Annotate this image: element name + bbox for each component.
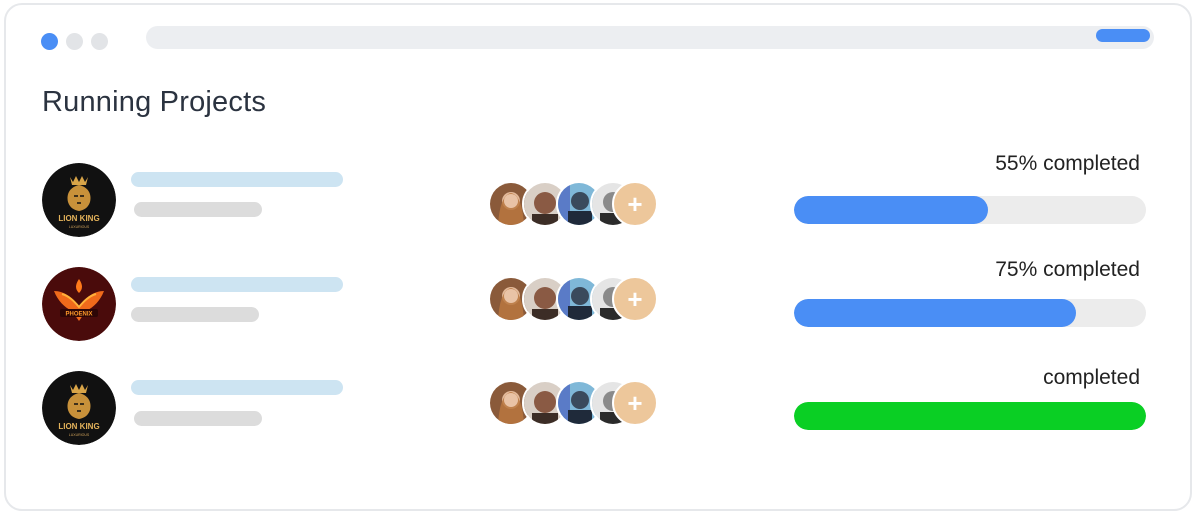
- team-avatars: +: [488, 380, 660, 426]
- window-minimize-dot[interactable]: [66, 33, 83, 50]
- add-member-button[interactable]: +: [612, 181, 658, 227]
- project-name-placeholder: [131, 172, 343, 187]
- svg-text:PHOENIX: PHOENIX: [65, 312, 92, 318]
- progress-fill: [794, 196, 988, 224]
- svg-text:LION KING: LION KING: [58, 214, 99, 223]
- progress-bar: [794, 196, 1146, 224]
- progress-status: completed: [1043, 366, 1140, 389]
- page-title: Running Projects: [42, 86, 267, 118]
- add-member-button[interactable]: +: [612, 276, 658, 322]
- project-meta-placeholder: [131, 307, 259, 322]
- project-row[interactable]: LION KING LUXURIOUS + 55% completed: [0, 152, 1200, 245]
- lion-king-logo: LION KING LUXURIOUS: [42, 371, 116, 445]
- project-row[interactable]: PHOENIX + 75% completed: [0, 258, 1200, 350]
- svg-text:LUXURIOUS: LUXURIOUS: [69, 225, 90, 229]
- progress-bar: [794, 299, 1146, 327]
- phoenix-logo: PHOENIX: [42, 267, 116, 341]
- project-name-placeholder: [131, 380, 343, 395]
- team-avatars: +: [488, 276, 660, 322]
- project-name-placeholder: [131, 277, 343, 292]
- project-meta-placeholder: [134, 411, 262, 426]
- team-avatars: +: [488, 181, 660, 227]
- progress-status: 75% completed: [995, 258, 1140, 281]
- address-bar-action-pill[interactable]: [1096, 29, 1150, 42]
- window-maximize-dot[interactable]: [91, 33, 108, 50]
- progress-fill: [794, 299, 1076, 327]
- project-meta-placeholder: [134, 202, 262, 217]
- add-member-button[interactable]: +: [612, 380, 658, 426]
- lion-king-logo: LION KING LUXURIOUS: [42, 163, 116, 237]
- address-bar[interactable]: [146, 26, 1154, 49]
- window-close-dot[interactable]: [41, 33, 58, 50]
- svg-text:LUXURIOUS: LUXURIOUS: [69, 433, 90, 437]
- progress-status: 55% completed: [995, 152, 1140, 175]
- progress-bar: [794, 402, 1146, 430]
- project-row[interactable]: LION KING LUXURIOUS + completed: [0, 364, 1200, 454]
- progress-fill: [794, 402, 1146, 430]
- svg-text:LION KING: LION KING: [58, 422, 99, 431]
